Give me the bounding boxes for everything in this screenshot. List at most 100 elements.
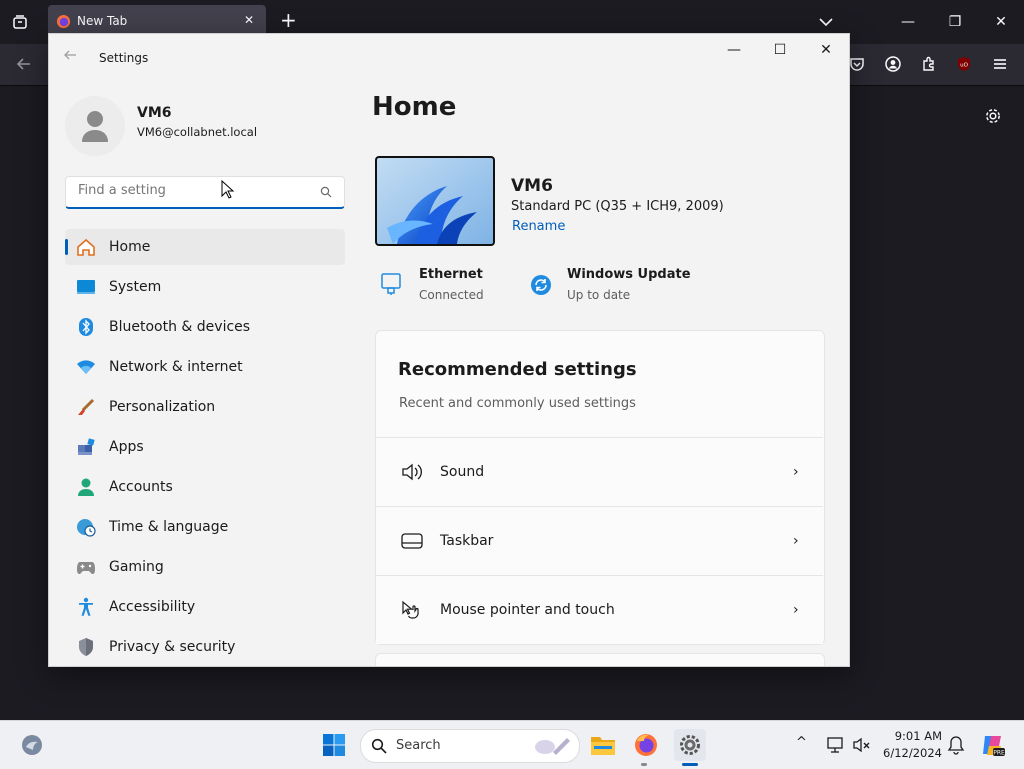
sidebar-item-label: Personalization [109,399,216,415]
taskbar-search-box[interactable]: Search [360,729,580,763]
sidebar-item-apps[interactable]: Apps [65,429,345,465]
sidebar-item-time-language[interactable]: Time & language [65,509,345,545]
settings-minimize-button[interactable]: — [711,34,757,66]
sidebar-item-label: Home [109,239,151,255]
browser-close-button[interactable]: ✕ [981,2,1021,42]
sidebar-item-label: Privacy & security [109,639,236,655]
speaker-icon [400,460,424,484]
search-box[interactable] [65,176,345,209]
system-icon [75,276,97,298]
windows-update-status-title[interactable]: Windows Update [567,267,691,282]
sidebar-item-label: Time & language [109,519,229,535]
svg-text:PRE: PRE [993,750,1005,757]
firefox-icon [56,14,71,29]
avatar[interactable] [65,96,125,156]
search-highlight-icon [531,734,573,758]
windows-bloom-wallpaper-icon [377,158,493,244]
rename-link[interactable]: Rename [512,219,565,234]
pointer-touch-icon [400,598,424,622]
recommended-item-label: Sound [440,464,485,480]
sidebar-item-label: Bluetooth & devices [109,319,251,335]
recommended-item-mouse-pointer-touch[interactable]: Mouse pointer and touch › [376,575,823,644]
browser-tab-title: New Tab [77,14,128,28]
browser-minimize-button[interactable]: — [888,2,928,42]
sidebar-item-label: Accounts [109,479,173,495]
sidebar-item-label: Network & internet [109,359,243,375]
gamepad-icon [75,556,97,578]
extensions-icon[interactable] [915,50,943,78]
ethernet-status-subtitle: Connected [419,288,484,302]
bluetooth-icon [75,316,97,338]
start-button-windows-icon[interactable] [318,729,350,761]
ethernet-status-title[interactable]: Ethernet [419,267,483,282]
search-icon [371,738,387,754]
tab-overview-icon[interactable] [6,8,34,36]
recommended-item-sound[interactable]: Sound › [376,437,823,506]
firefox-taskbar-icon[interactable] [630,729,662,761]
sidebar-item-accessibility[interactable]: Accessibility [65,589,345,625]
clock-date[interactable]: 6/12/2024 [880,746,942,760]
ublock-origin-icon[interactable]: uO [950,50,978,78]
wifi-icon [75,356,97,378]
accounts-icon [75,476,97,498]
notification-bell-icon[interactable] [947,735,965,755]
next-settings-card [375,653,825,666]
user-name: VM6 [137,105,172,121]
svg-text:uO: uO [960,63,968,69]
window-title: Settings [99,51,149,65]
device-wallpaper-thumbnail[interactable] [375,156,495,246]
taskbar-search-placeholder: Search [396,738,441,753]
list-all-tabs-icon[interactable] [812,8,840,36]
device-name: VM6 [511,176,553,196]
show-hidden-icons-chevron[interactable]: ^ [796,735,807,750]
accessibility-icon [75,596,97,618]
settings-taskbar-icon[interactable] [674,729,706,761]
clock-time[interactable]: 9:01 AM [880,729,942,743]
sidebar-item-personalization[interactable]: Personalization [65,389,345,425]
user-email: VM6@collabnet.local [137,125,258,139]
apps-icon [75,436,97,458]
windows-update-icon [530,274,552,296]
browser-restore-button[interactable]: ❐ [935,2,975,42]
firefox-running-indicator [641,763,647,766]
sidebar-item-gaming[interactable]: Gaming [65,549,345,585]
sidebar-item-label: Apps [109,439,144,455]
page-title: Home [372,92,457,122]
search-input[interactable] [76,182,310,199]
recommended-settings-subtitle: Recent and commonly used settings [399,396,636,411]
brush-icon [75,396,97,418]
new-tab-button[interactable]: + [280,8,297,32]
chevron-right-icon: › [793,533,799,549]
settings-active-indicator [682,763,698,766]
file-explorer-icon[interactable] [587,729,619,761]
device-model: Standard PC (Q35 + ICH9, 2009) [511,199,724,214]
recommended-item-taskbar[interactable]: Taskbar › [376,506,823,575]
recommended-item-label: Taskbar [440,533,494,549]
sidebar-item-bluetooth-devices[interactable]: Bluetooth & devices [65,309,345,345]
settings-maximize-button[interactable]: ☐ [757,34,803,66]
tab-close-icon[interactable]: ✕ [244,13,254,27]
sidebar-item-network-internet[interactable]: Network & internet [65,349,345,385]
sidebar-item-accounts[interactable]: Accounts [65,469,345,505]
settings-window: Settings — ☐ ✕ VM6 VM6@collabnet.local H… [48,33,850,667]
account-icon[interactable] [879,50,907,78]
taskbar: Search ^ 9:01 AM 6/12/2024 PRE [0,720,1024,769]
network-tray-icon[interactable] [826,735,846,755]
copilot-icon[interactable]: PRE [980,732,1006,758]
volume-muted-tray-icon[interactable] [852,735,872,755]
sidebar-item-privacy-security[interactable]: Privacy & security [65,629,345,665]
back-arrow-icon[interactable] [10,50,38,78]
chevron-right-icon: › [793,602,799,618]
chevron-right-icon: › [793,464,799,480]
customize-new-tab-gear-icon[interactable] [979,102,1007,130]
hamburger-menu-icon[interactable] [986,50,1014,78]
sidebar-item-label: Gaming [109,559,164,575]
recommended-item-label: Mouse pointer and touch [440,602,615,618]
sidebar-item-home[interactable]: Home [65,229,345,265]
taskbar-icon [400,529,424,553]
widgets-icon[interactable] [16,729,48,761]
search-icon [320,186,332,198]
back-arrow-icon[interactable] [63,48,79,64]
settings-close-button[interactable]: ✕ [803,34,849,66]
sidebar-item-system[interactable]: System [65,269,345,305]
